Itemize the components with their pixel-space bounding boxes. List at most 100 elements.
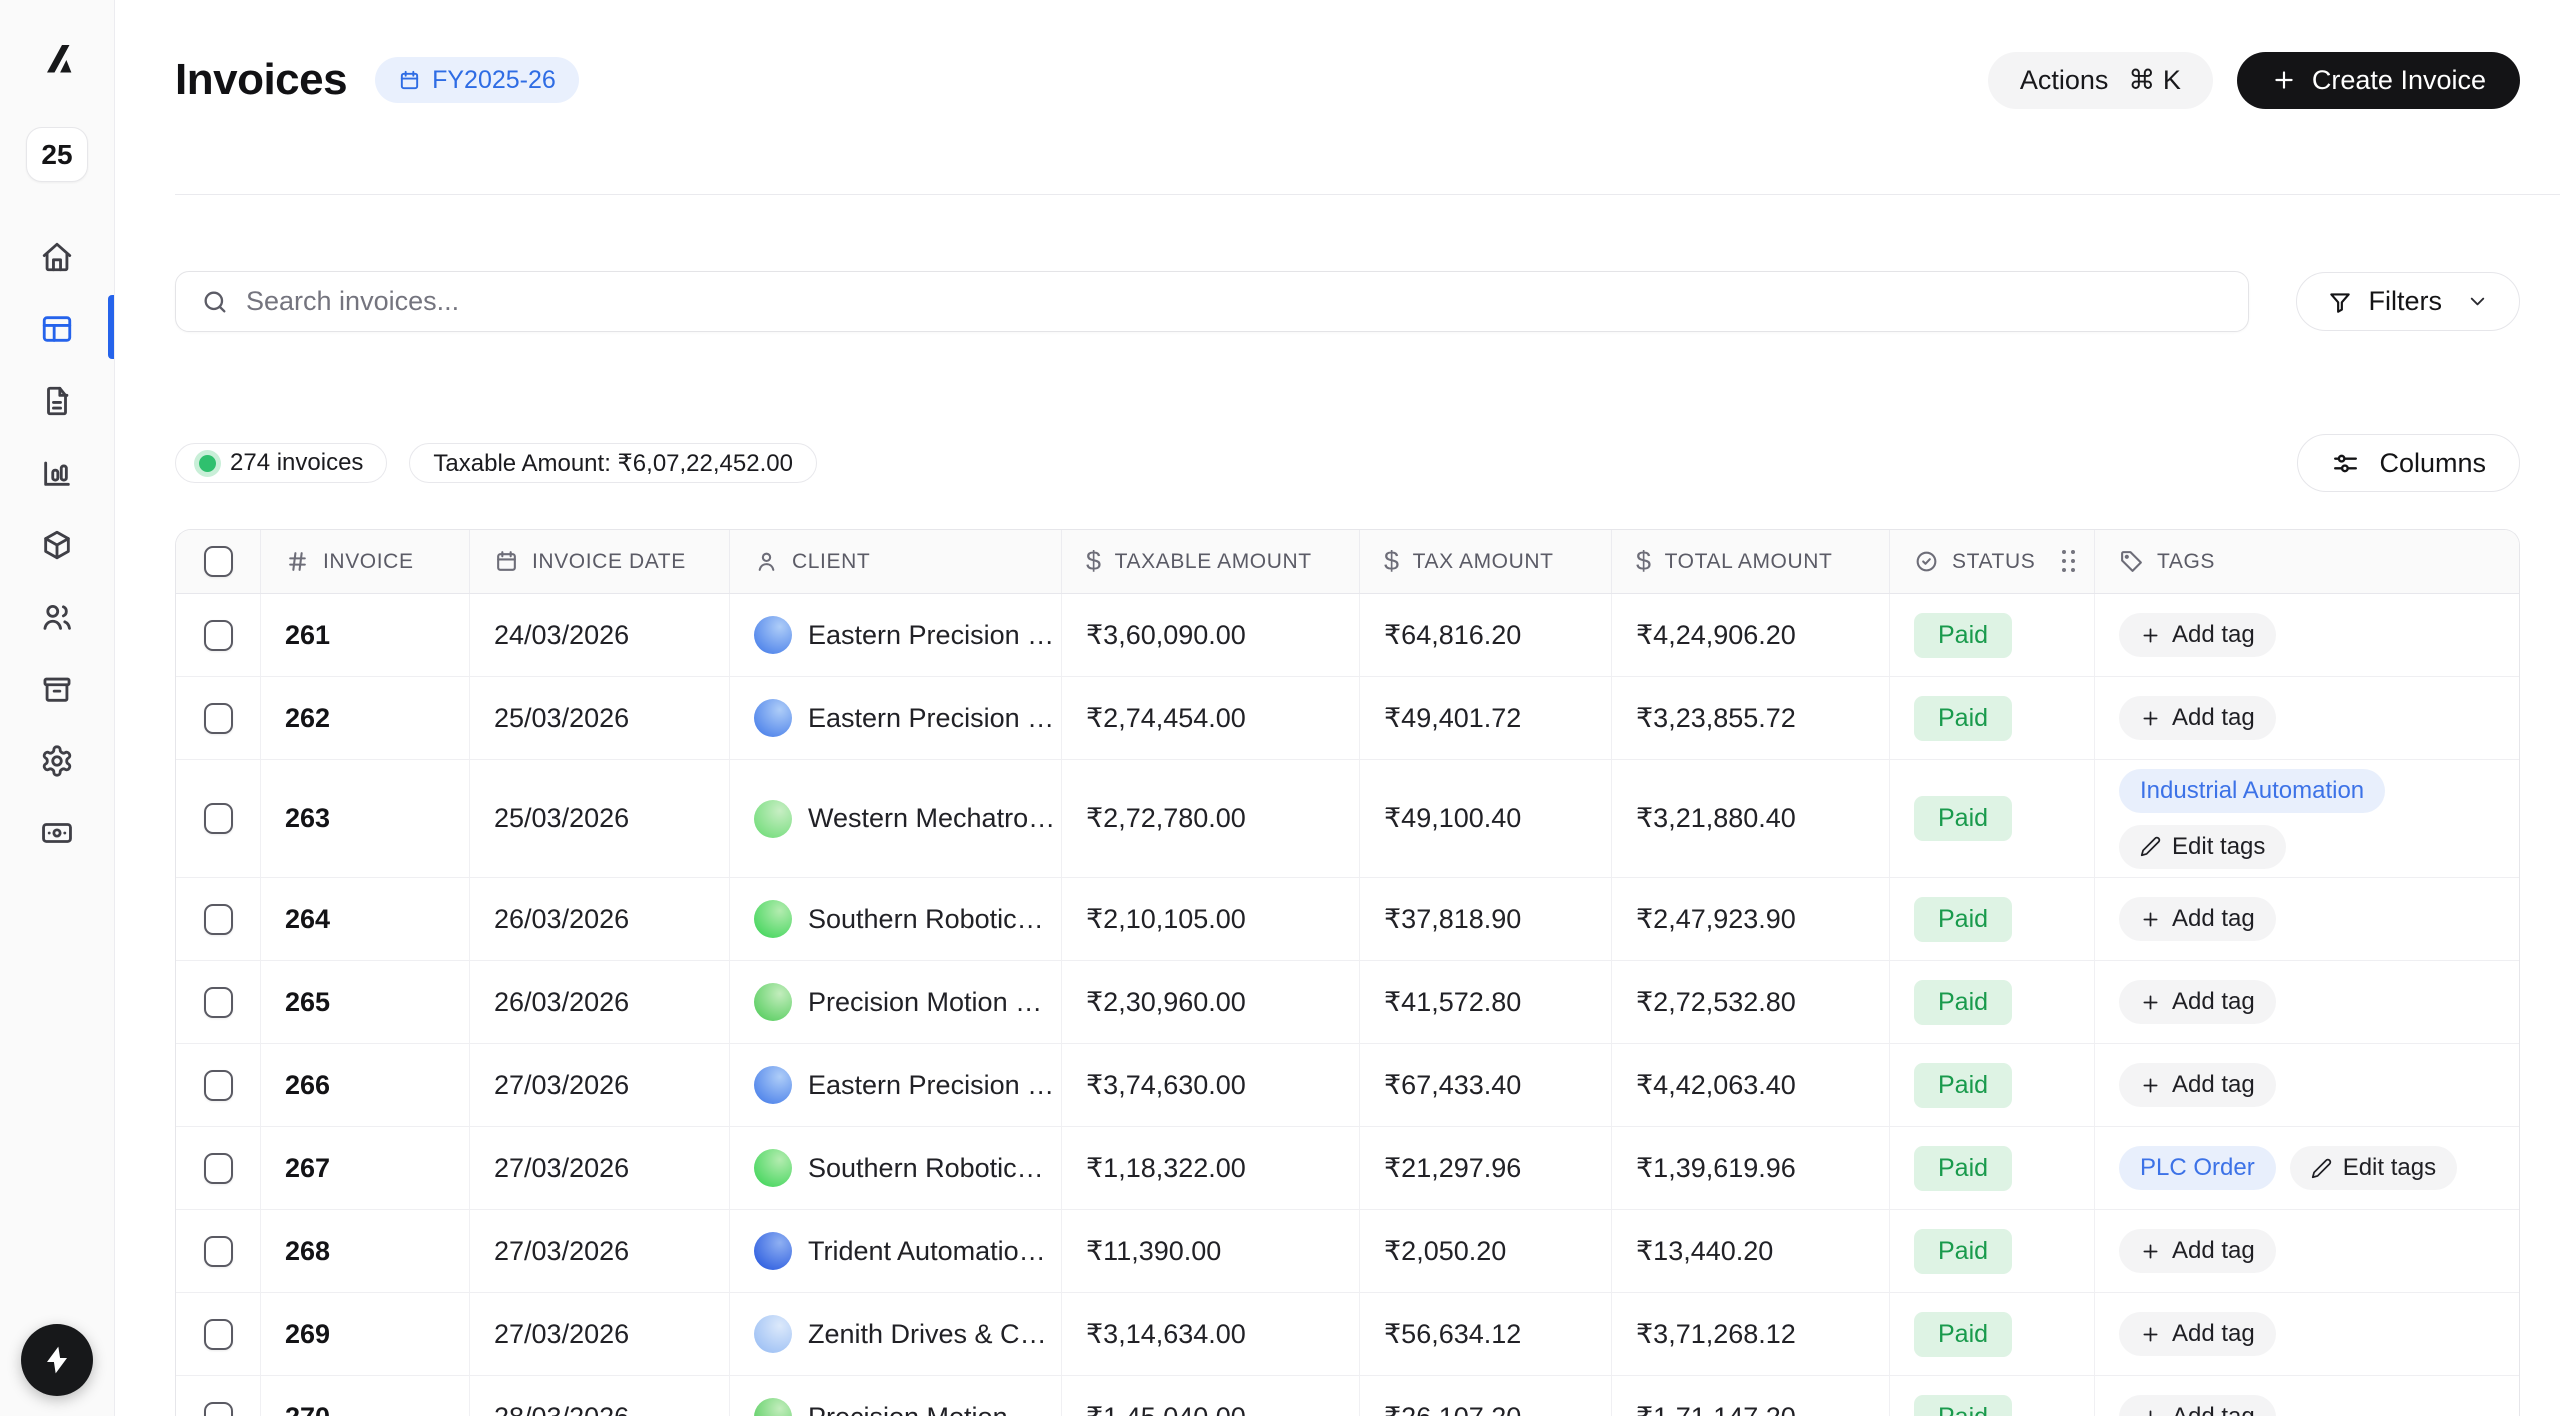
tags-cell: Add tag xyxy=(2095,961,2519,1043)
tags-cell: Industrial Automation Edit tags xyxy=(2095,760,2519,877)
row-checkbox-cell xyxy=(176,961,261,1043)
row-checkbox[interactable] xyxy=(204,1319,233,1350)
workspace-badge[interactable]: 25 xyxy=(26,127,88,182)
add-tag-button[interactable]: Add tag xyxy=(2119,696,2276,740)
sidebar-nav xyxy=(32,240,82,888)
row-invoice-date: 27/03/2026 xyxy=(470,1293,730,1375)
create-invoice-button[interactable]: Create Invoice xyxy=(2237,52,2520,109)
row-checkbox[interactable] xyxy=(204,987,233,1018)
row-checkbox[interactable] xyxy=(204,1236,233,1267)
add-tag-label: Add tag xyxy=(2172,1237,2255,1265)
add-tag-button[interactable]: Add tag xyxy=(2119,897,2276,941)
add-tag-label: Add tag xyxy=(2172,1071,2255,1099)
column-header-client[interactable]: CLIENT xyxy=(730,530,1062,593)
table-row[interactable]: 268 27/03/2026 Trident Automatio… ₹11,39… xyxy=(176,1210,2519,1293)
bar-chart-icon[interactable] xyxy=(32,456,82,490)
row-status-cell: Paid xyxy=(1890,1293,2095,1375)
users-icon[interactable] xyxy=(32,600,82,634)
add-tag-label: Add tag xyxy=(2172,905,2255,933)
row-invoice-number: 261 xyxy=(261,594,470,676)
search-box[interactable] xyxy=(175,271,2249,332)
table-row[interactable]: 270 28/03/2026 Precision Motion … ₹1,45,… xyxy=(176,1376,2519,1416)
row-status-cell: Paid xyxy=(1890,1376,2095,1416)
tag-badge[interactable]: Industrial Automation xyxy=(2119,769,2385,813)
row-taxable-amount: ₹2,72,780.00 xyxy=(1062,760,1360,877)
actions-button[interactable]: Actions ⌘ K xyxy=(1988,52,2213,109)
row-invoice-date: 25/03/2026 xyxy=(470,760,730,877)
row-client-cell: Precision Motion … xyxy=(730,961,1062,1043)
column-header-taxable-amount[interactable]: $ TAXABLE AMOUNT xyxy=(1062,530,1360,593)
tag-badge[interactable]: PLC Order xyxy=(2119,1146,2276,1190)
edit-tags-button[interactable]: Edit tags xyxy=(2290,1146,2457,1190)
row-invoice-date: 28/03/2026 xyxy=(470,1376,730,1416)
package-icon[interactable] xyxy=(32,528,82,562)
row-checkbox-cell xyxy=(176,1210,261,1292)
row-checkbox[interactable] xyxy=(204,803,233,834)
column-label: STATUS xyxy=(1952,550,2035,574)
add-tag-button[interactable]: Add tag xyxy=(2119,1063,2276,1107)
zap-icon[interactable] xyxy=(21,1324,93,1396)
table-row[interactable]: 262 25/03/2026 Eastern Precision … ₹2,74… xyxy=(176,677,2519,760)
table-row[interactable]: 266 27/03/2026 Eastern Precision … ₹3,74… xyxy=(176,1044,2519,1127)
actions-shortcut: ⌘ K xyxy=(2128,65,2181,96)
file-text-icon[interactable] xyxy=(32,384,82,418)
row-taxable-amount: ₹2,74,454.00 xyxy=(1062,677,1360,759)
add-tag-button[interactable]: Add tag xyxy=(2119,1395,2276,1416)
row-checkbox[interactable] xyxy=(204,620,233,651)
brand-logo-icon[interactable] xyxy=(35,38,79,82)
row-checkbox[interactable] xyxy=(204,1402,233,1416)
column-label: TAGS xyxy=(2157,550,2215,574)
edit-tags-button[interactable]: Edit tags xyxy=(2119,825,2286,869)
settings-icon[interactable] xyxy=(32,744,82,778)
row-invoice-number: 270 xyxy=(261,1376,470,1416)
column-label: CLIENT xyxy=(792,550,870,574)
row-client-cell: Trident Automatio… xyxy=(730,1210,1062,1292)
drag-handle-icon[interactable] xyxy=(2062,550,2076,573)
banknote-icon[interactable] xyxy=(32,816,82,850)
client-avatar xyxy=(754,1232,792,1270)
status-badge: Paid xyxy=(1914,796,2012,841)
table-row[interactable]: 267 27/03/2026 Southern Robotic… ₹1,18,3… xyxy=(176,1127,2519,1210)
add-tag-button[interactable]: Add tag xyxy=(2119,1229,2276,1273)
column-header-tax-amount[interactable]: $ TAX AMOUNT xyxy=(1360,530,1612,593)
row-tax-amount: ₹49,401.72 xyxy=(1360,677,1612,759)
client-name: Precision Motion … xyxy=(808,1402,1042,1416)
column-header-invoice[interactable]: INVOICE xyxy=(261,530,470,593)
filters-button[interactable]: Filters xyxy=(2296,272,2521,331)
add-tag-label: Add tag xyxy=(2172,1403,2255,1416)
row-checkbox[interactable] xyxy=(204,904,233,935)
search-input[interactable] xyxy=(246,286,2223,317)
archive-icon[interactable] xyxy=(32,672,82,706)
create-invoice-label: Create Invoice xyxy=(2312,65,2486,96)
pencil-icon xyxy=(2311,1158,2332,1179)
table-row[interactable]: 261 24/03/2026 Eastern Precision … ₹3,60… xyxy=(176,594,2519,677)
columns-button[interactable]: Columns xyxy=(2297,434,2520,492)
table-row[interactable]: 264 26/03/2026 Southern Robotic… ₹2,10,1… xyxy=(176,878,2519,961)
fiscal-year-badge[interactable]: FY2025-26 xyxy=(375,57,579,103)
select-all-checkbox[interactable] xyxy=(204,546,233,577)
column-header-invoice-date[interactable]: INVOICE DATE xyxy=(470,530,730,593)
add-tag-button[interactable]: Add tag xyxy=(2119,613,2276,657)
row-invoice-number: 267 xyxy=(261,1127,470,1209)
client-avatar xyxy=(754,1398,792,1416)
add-tag-button[interactable]: Add tag xyxy=(2119,1312,2276,1356)
client-avatar xyxy=(754,983,792,1021)
row-checkbox[interactable] xyxy=(204,1070,233,1101)
row-status-cell: Paid xyxy=(1890,677,2095,759)
fiscal-year-label: FY2025-26 xyxy=(432,66,556,95)
invoices-table: INVOICE INVOICE DATE CLIENT $ TAXABLE AM… xyxy=(175,529,2520,1416)
hash-icon xyxy=(285,549,310,574)
table-row[interactable]: 265 26/03/2026 Precision Motion … ₹2,30,… xyxy=(176,961,2519,1044)
add-tag-button[interactable]: Add tag xyxy=(2119,980,2276,1024)
row-checkbox[interactable] xyxy=(204,703,233,734)
column-header-status[interactable]: STATUS xyxy=(1890,530,2095,593)
row-checkbox[interactable] xyxy=(204,1153,233,1184)
table-icon[interactable] xyxy=(32,312,82,346)
column-header-tags[interactable]: TAGS xyxy=(2095,530,2519,593)
table-row[interactable]: 263 25/03/2026 Western Mechatro… ₹2,72,7… xyxy=(176,760,2519,878)
column-header-total-amount[interactable]: $ TOTAL AMOUNT xyxy=(1612,530,1890,593)
edit-tags-label: Edit tags xyxy=(2172,833,2265,861)
home-icon[interactable] xyxy=(32,240,82,274)
table-row[interactable]: 269 27/03/2026 Zenith Drives & Co… ₹3,14… xyxy=(176,1293,2519,1376)
row-tax-amount: ₹37,818.90 xyxy=(1360,878,1612,960)
